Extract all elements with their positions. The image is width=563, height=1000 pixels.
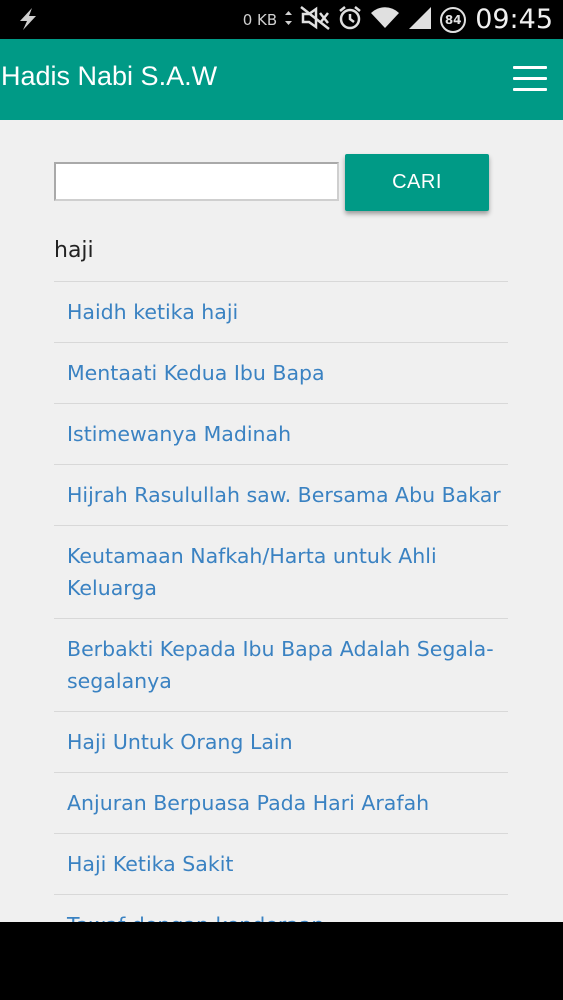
navigation-area	[0, 922, 563, 1000]
search-query-label: haji	[54, 238, 94, 263]
result-link[interactable]: Haidh ketika haji	[67, 296, 508, 328]
list-item: Berbakti Kepada Ibu Bapa Adalah Segala-s…	[54, 618, 508, 711]
result-link[interactable]: Istimewanya Madinah	[67, 418, 508, 450]
result-link[interactable]: Berbakti Kepada Ibu Bapa Adalah Segala-s…	[67, 633, 508, 697]
signal-icon	[407, 6, 433, 34]
hamburger-menu-icon[interactable]	[513, 66, 547, 92]
results-list: Haidh ketika haji Mentaati Kedua Ibu Bap…	[54, 281, 508, 922]
network-arrows-icon	[284, 10, 293, 29]
list-item: Keutamaan Nafkah/Harta untuk Ahli Keluar…	[54, 525, 508, 618]
result-link[interactable]: Anjuran Berpuasa Pada Hari Arafah	[67, 787, 508, 819]
list-item: Haji Untuk Orang Lain	[54, 711, 508, 772]
list-item: Haji Ketika Sakit	[54, 833, 508, 894]
main-content: CARI haji Haidh ketika haji Mentaati Ked…	[0, 120, 563, 922]
app-title: Hadis Nabi S.A.W	[1, 61, 218, 91]
wifi-icon	[370, 6, 400, 34]
clock: 09:45	[475, 4, 553, 35]
mute-icon	[300, 5, 330, 34]
data-usage-text: 0 KB	[242, 10, 278, 29]
list-item: Haidh ketika haji	[54, 281, 508, 342]
list-item: Anjuran Berpuasa Pada Hari Arafah	[54, 772, 508, 833]
result-link[interactable]: Haji Ketika Sakit	[67, 848, 508, 880]
list-item: Hijrah Rasulullah saw. Bersama Abu Bakar	[54, 464, 508, 525]
result-link[interactable]: Tawaf dengan kenderaan	[67, 909, 508, 922]
result-link[interactable]: Hijrah Rasulullah saw. Bersama Abu Bakar	[67, 479, 508, 511]
battery-icon: 84	[440, 6, 467, 33]
app-bar: Hadis Nabi S.A.W	[0, 39, 563, 120]
result-link[interactable]: Keutamaan Nafkah/Harta untuk Ahli Keluar…	[67, 540, 508, 604]
list-item: Istimewanya Madinah	[54, 403, 508, 464]
status-bar: 0 KB 84 09:45	[0, 0, 563, 39]
result-link[interactable]: Mentaati Kedua Ibu Bapa	[67, 357, 508, 389]
list-item: Tawaf dengan kenderaan	[54, 894, 508, 922]
flash-icon	[14, 6, 42, 36]
search-button[interactable]: CARI	[345, 154, 489, 211]
result-link[interactable]: Haji Untuk Orang Lain	[67, 726, 508, 758]
list-item: Mentaati Kedua Ibu Bapa	[54, 342, 508, 403]
alarm-icon	[337, 5, 363, 35]
search-input[interactable]	[54, 162, 339, 201]
